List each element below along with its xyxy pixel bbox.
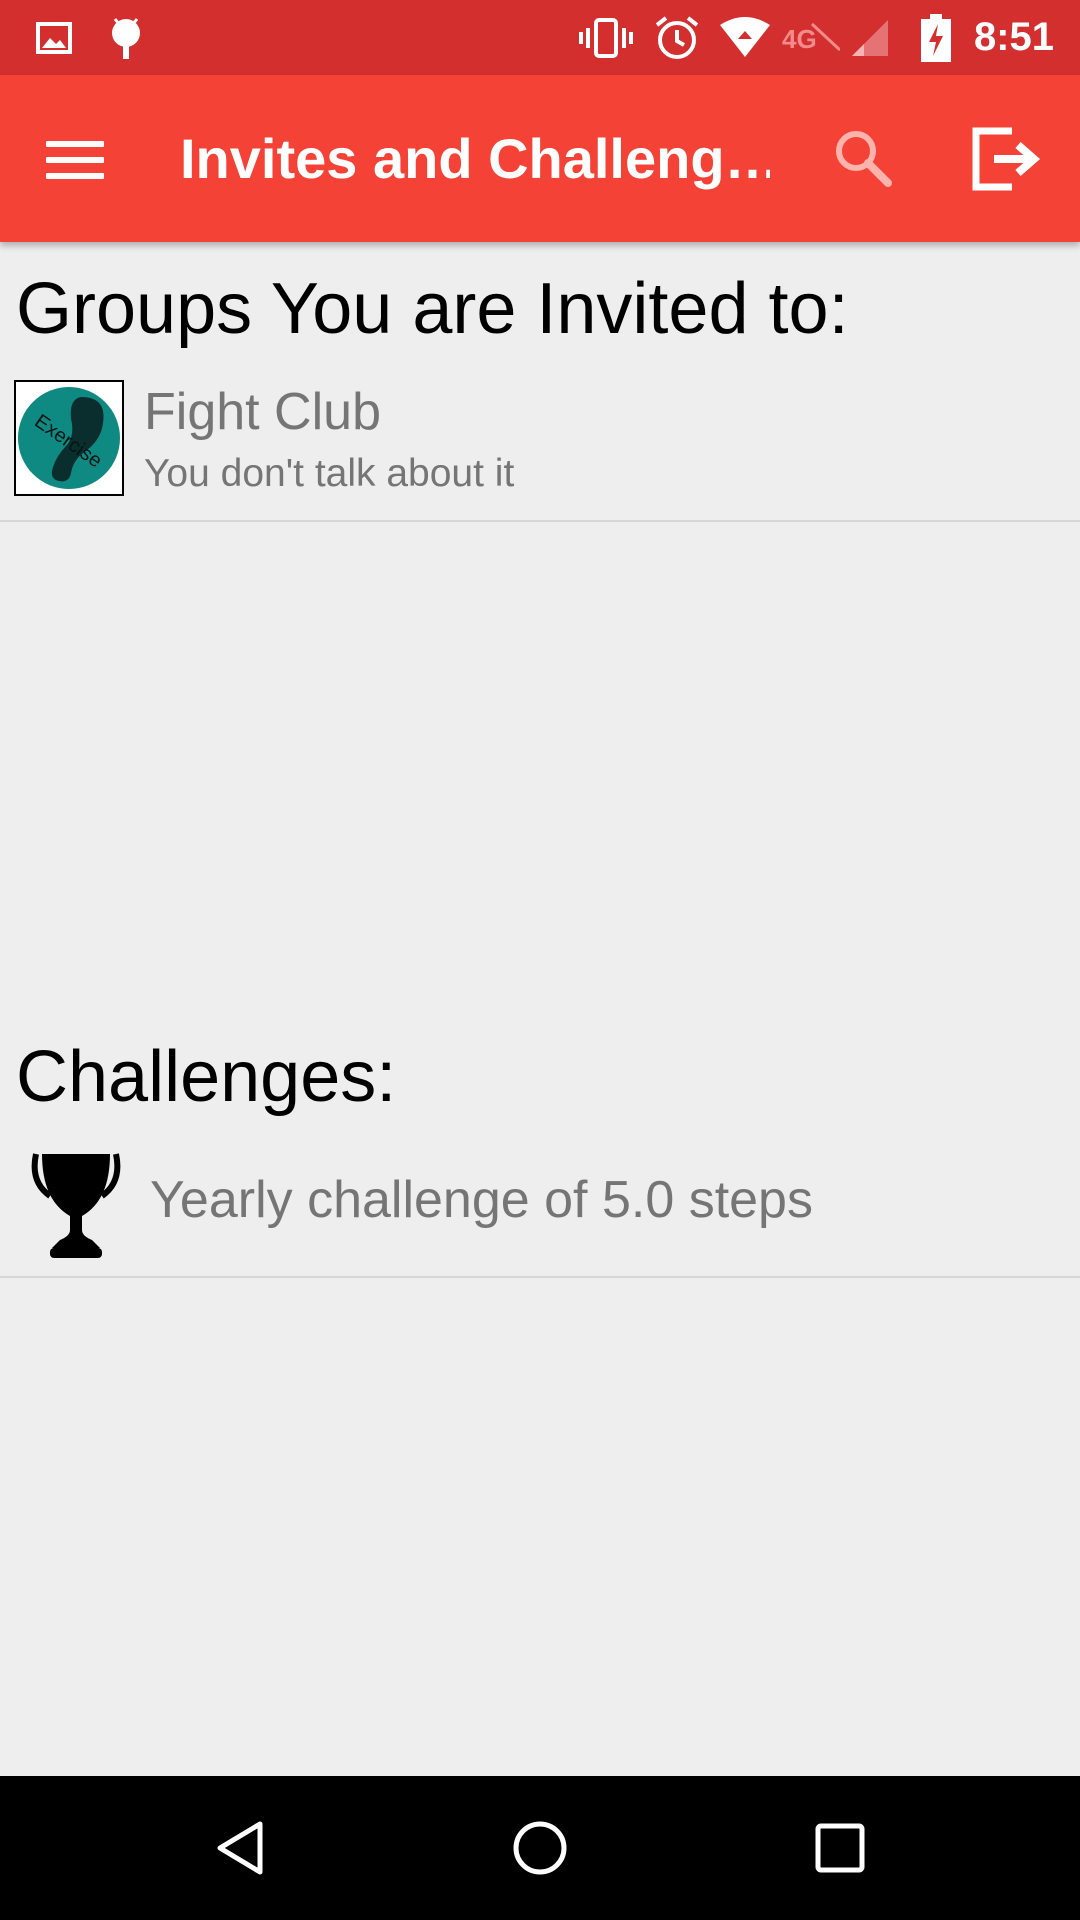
- svg-text:4G: 4G: [782, 24, 817, 54]
- recents-icon[interactable]: [790, 1798, 890, 1898]
- clock-time: 8:51: [973, 15, 1054, 59]
- search-icon[interactable]: [828, 123, 898, 193]
- challenge-text: Yearly challenge of 5.0 steps: [150, 1171, 813, 1229]
- image-icon: [34, 0, 74, 75]
- status-bar: 4G 8:51: [0, 0, 1080, 75]
- page-title: Invites and Challeng…: [180, 127, 770, 190]
- group-name: Fight Club: [144, 383, 381, 441]
- vibrate-icon: [578, 0, 634, 75]
- app-bar: Invites and Challeng…: [0, 75, 1080, 242]
- challenges-section-title: Challenges:: [16, 1037, 397, 1117]
- group-description: You don't talk about it: [144, 452, 515, 495]
- home-icon[interactable]: [490, 1798, 590, 1898]
- battery-charging-icon: [918, 0, 954, 75]
- navigation-bar: [0, 1776, 1080, 1920]
- alarm-icon: [652, 0, 702, 75]
- back-icon[interactable]: [190, 1798, 290, 1898]
- trophy-icon: [30, 1148, 122, 1260]
- groups-section-title: Groups You are Invited to:: [16, 269, 849, 349]
- logout-icon[interactable]: [968, 121, 1044, 197]
- wifi-icon: [718, 0, 772, 75]
- data-4g-icon: 4G: [782, 0, 840, 75]
- android-icon: [106, 0, 146, 75]
- menu-icon[interactable]: [46, 125, 116, 195]
- signal-icon: [850, 0, 890, 75]
- group-list-item[interactable]: Exercise Fight Club You don't talk about…: [0, 372, 1080, 522]
- group-avatar: Exercise: [14, 380, 124, 496]
- challenge-list-item[interactable]: Yearly challenge of 5.0 steps: [0, 1130, 1080, 1278]
